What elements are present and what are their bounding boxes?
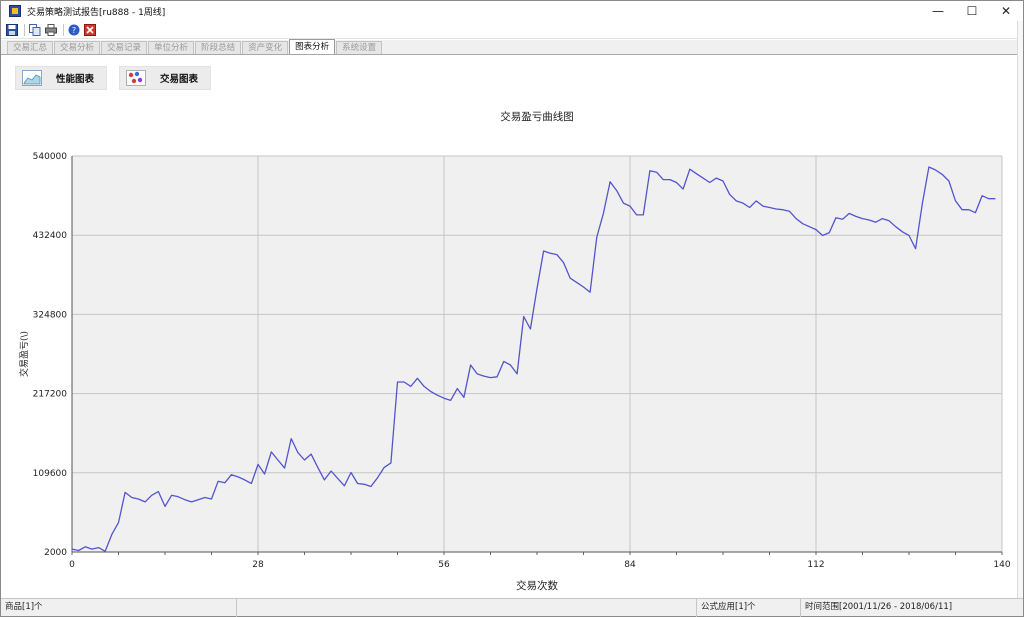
copy-icon[interactable] <box>28 23 42 37</box>
plot-area <box>72 156 1002 552</box>
report-window: 交易策略测试报告[ru888 - 1周线] — ☐ ✕ ? 交易汇总 交易分析 交易… <box>0 0 1024 617</box>
x-tick-label-2: 56 <box>438 560 450 570</box>
tab-5[interactable]: 资产变化 <box>242 41 289 54</box>
minimize-button[interactable]: — <box>921 1 955 21</box>
status-formula-count: 公式应用[1]个 <box>697 598 801 617</box>
status-spacer <box>237 598 697 617</box>
status-time-range: 时间范围[2001/11/26 - 2018/06/11] <box>805 601 953 612</box>
app-icon <box>9 5 21 17</box>
tab-0[interactable]: 交易汇总 <box>7 41 54 54</box>
toolbar-separator <box>63 23 64 36</box>
toolbar: ? <box>1 21 1023 39</box>
svg-text:?: ? <box>72 26 76 35</box>
x-tick-label-3: 84 <box>624 560 636 570</box>
x-tick-label-5: 140 <box>993 560 1010 570</box>
status-bar: 商品[1]个 公式应用[1]个 时间范围[2001/11/26 - 2018/0… <box>1 598 1023 617</box>
tab-bar: 交易汇总 交易分析 交易记录 单位分析 阶段总结 资产变化 图表分析 系统设置 <box>1 39 1023 55</box>
x-tick-label-4: 112 <box>807 560 824 570</box>
tab-1[interactable]: 交易分析 <box>54 41 101 54</box>
chart-title: 交易盈亏曲线图 <box>500 110 574 123</box>
y-tick-label-3: 324800 <box>33 310 68 320</box>
toolbar-separator <box>24 23 25 36</box>
y-axis-label: 交易盈亏(\) <box>18 331 30 377</box>
tab-2[interactable]: 交易记录 <box>101 41 148 54</box>
tab-4[interactable]: 阶段总结 <box>195 41 242 54</box>
exit-icon[interactable] <box>83 23 97 37</box>
y-tick-label-0: 2000 <box>44 548 67 558</box>
y-tick-label-1: 109600 <box>33 469 68 479</box>
help-icon[interactable]: ? <box>67 23 81 37</box>
y-tick-label-5: 540000 <box>33 152 68 162</box>
x-tick-label-0: 0 <box>69 560 75 570</box>
window-controls: — ☐ ✕ <box>921 1 1023 21</box>
print-icon[interactable] <box>44 23 58 37</box>
y-tick-label-4: 432400 <box>33 231 68 241</box>
window-right-border <box>1017 21 1023 598</box>
tab-3[interactable]: 单位分析 <box>148 41 195 54</box>
title-bar[interactable]: 交易策略测试报告[ru888 - 1周线] — ☐ ✕ <box>1 1 1023 21</box>
tab-7[interactable]: 系统设置 <box>336 41 383 54</box>
save-icon[interactable] <box>5 23 19 37</box>
pnl-line-chart: 0 28 56 84 112 140 2000 109600 217200 324800 43240… <box>18 110 1011 592</box>
x-axis-label: 交易次数 <box>516 579 558 592</box>
status-product-count: 商品[1]个 <box>1 598 237 617</box>
y-tick-label-2: 217200 <box>33 390 68 400</box>
maximize-button[interactable]: ☐ <box>955 1 989 21</box>
chart-analysis-panel: 性能图表 交易图表 0 28 56 84 112 140 2000 109600 217200 3… <box>7 56 1017 597</box>
close-button[interactable]: ✕ <box>989 1 1023 21</box>
tab-6[interactable]: 图表分析 <box>289 39 336 54</box>
window-title: 交易策略测试报告[ru888 - 1周线] <box>27 7 166 18</box>
x-tick-label-1: 28 <box>252 560 264 570</box>
